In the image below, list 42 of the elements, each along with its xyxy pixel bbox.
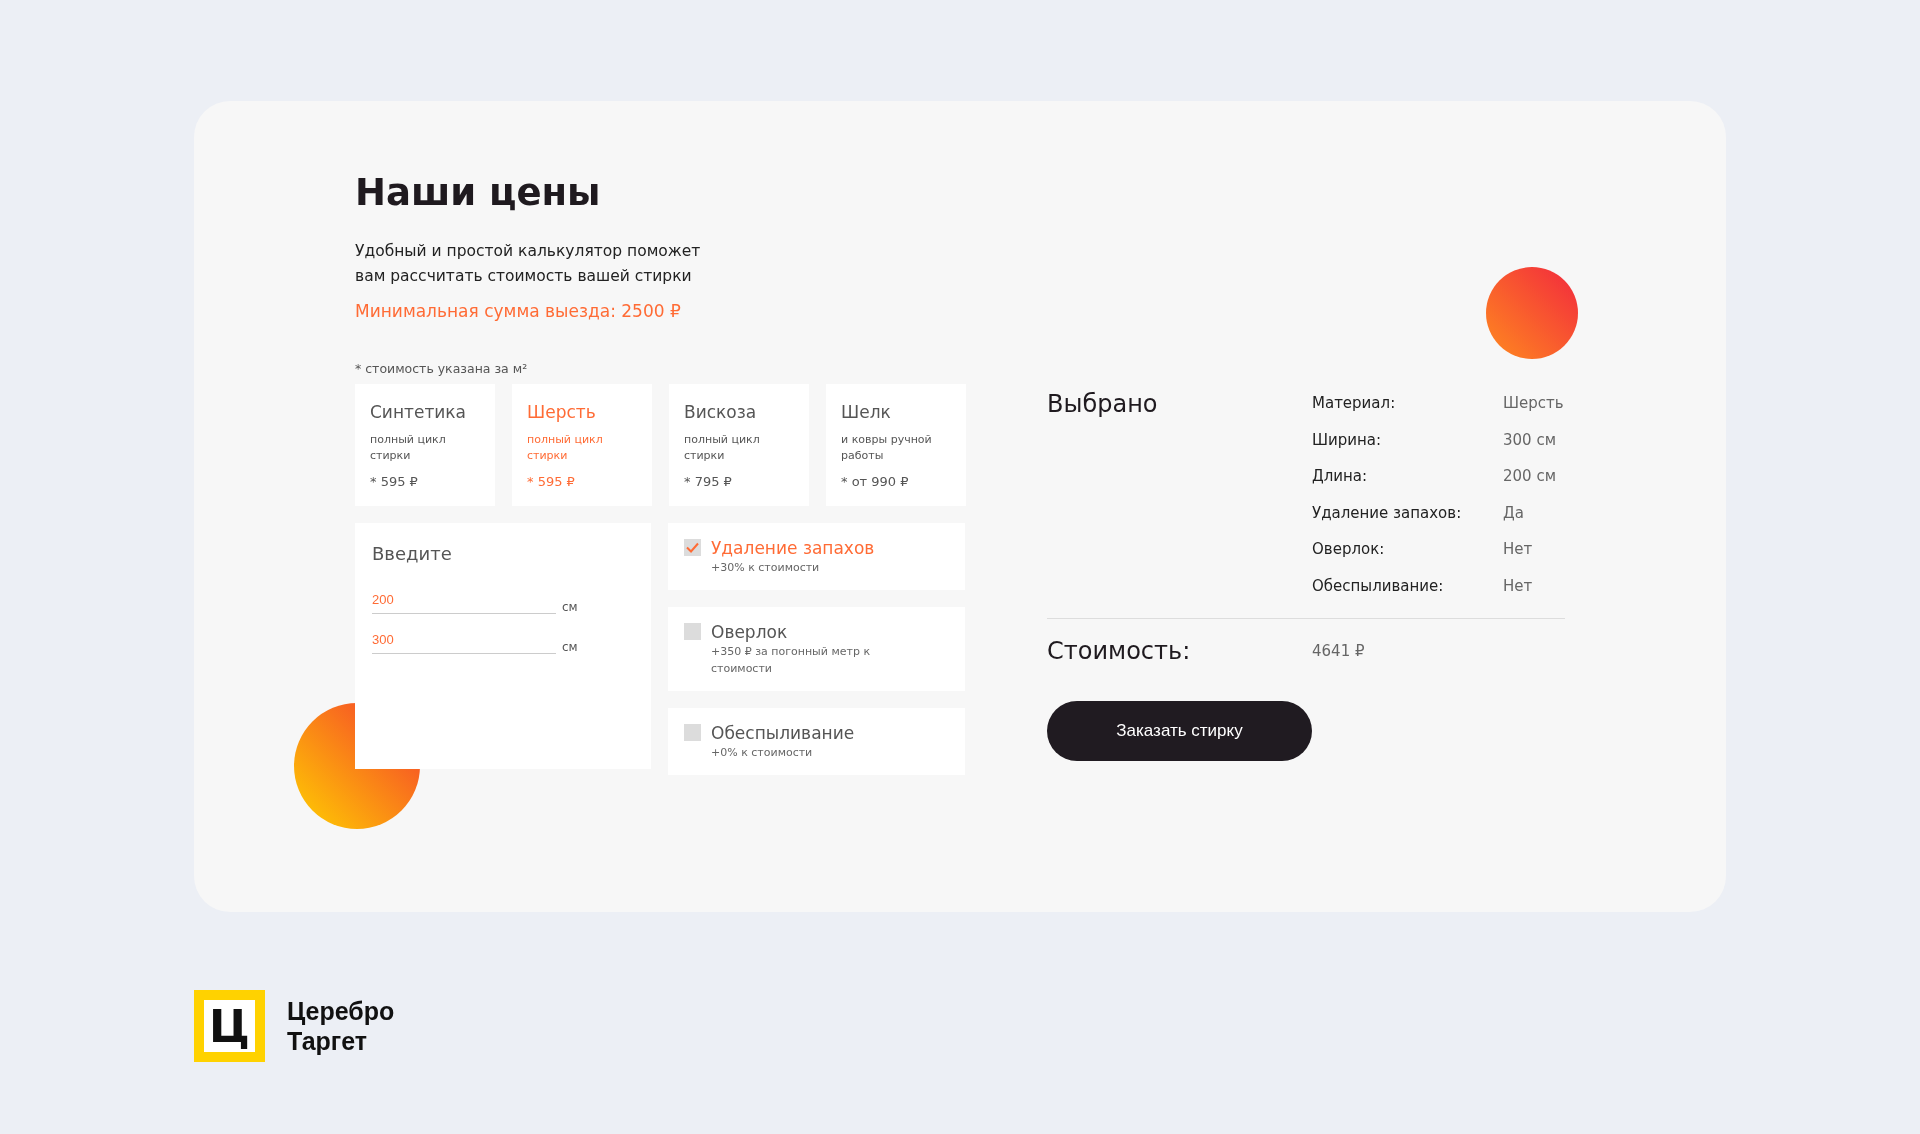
price-note: * стоимость указана за м²: [355, 361, 529, 378]
checkbox[interactable]: [684, 539, 701, 556]
option-title: Обеспыливание: [711, 722, 856, 744]
unit-label: см: [562, 640, 578, 654]
option-card[interactable]: Обеспыливание +0% к стоимости: [668, 708, 965, 775]
checkbox[interactable]: [684, 623, 701, 640]
material-card[interactable]: Шелк и ковры ручной работы * от 990 ₽: [826, 384, 966, 506]
option-note: +0% к стоимости: [711, 745, 814, 761]
summary-value: 200 см: [1503, 466, 1557, 488]
summary-label: Удаление запахов:: [1312, 502, 1463, 524]
summary-label: Оверлок:: [1312, 539, 1386, 561]
logo-text: Церебро: [287, 996, 395, 1026]
logo-mark: Ц: [194, 990, 265, 1062]
panel-title: Введите: [372, 543, 453, 564]
option-card[interactable]: Оверлок +350 ₽ за погонный метр к стоимости: [668, 607, 965, 691]
summary-value: Шерсть: [1503, 393, 1564, 414]
summary-value: Нет: [1503, 539, 1534, 561]
summary-value: Нет: [1503, 575, 1534, 597]
description-text: Удобный и простой калькулятор поможет вам рассчитать стоимость вашей стирки: [355, 241, 702, 287]
option-title: Оверлок: [711, 621, 789, 643]
summary-value: 300 см: [1503, 429, 1557, 451]
total-value: 4641 ₽: [1312, 641, 1365, 660]
total-label: Стоимость:: [1047, 636, 1192, 665]
summary-label: Материал:: [1312, 393, 1397, 414]
option-note: +30% к стоимости: [711, 560, 821, 576]
option-card[interactable]: Удаление запахов +30% к стоимости: [668, 523, 965, 590]
material-card[interactable]: Вискоза полный цикл стирки * 795 ₽: [669, 384, 809, 506]
summary-label: Ширина:: [1312, 429, 1383, 451]
order-button[interactable]: Заказать стирку: [1047, 700, 1312, 761]
option-note: +350 ₽ за погонный метр к стоимости: [711, 644, 872, 677]
checkbox[interactable]: [684, 724, 701, 741]
summary-value: Да: [1503, 502, 1525, 524]
material-card[interactable]: Синтетика полный цикл стирки * 595 ₽: [355, 384, 495, 506]
check-icon: [686, 542, 699, 553]
summary-title: Выбрано: [1047, 389, 1159, 420]
page-title: Наши цены: [355, 170, 602, 216]
logo-text: Таргет: [287, 1026, 369, 1056]
minimum-order-text: Минимальная сумма выезда: 2500 ₽: [355, 301, 682, 321]
summary-label: Обеспыливание:: [1312, 575, 1445, 597]
unit-label: см: [562, 600, 578, 614]
summary-label: Длина:: [1312, 466, 1369, 488]
option-title: Удаление запахов: [711, 537, 876, 559]
